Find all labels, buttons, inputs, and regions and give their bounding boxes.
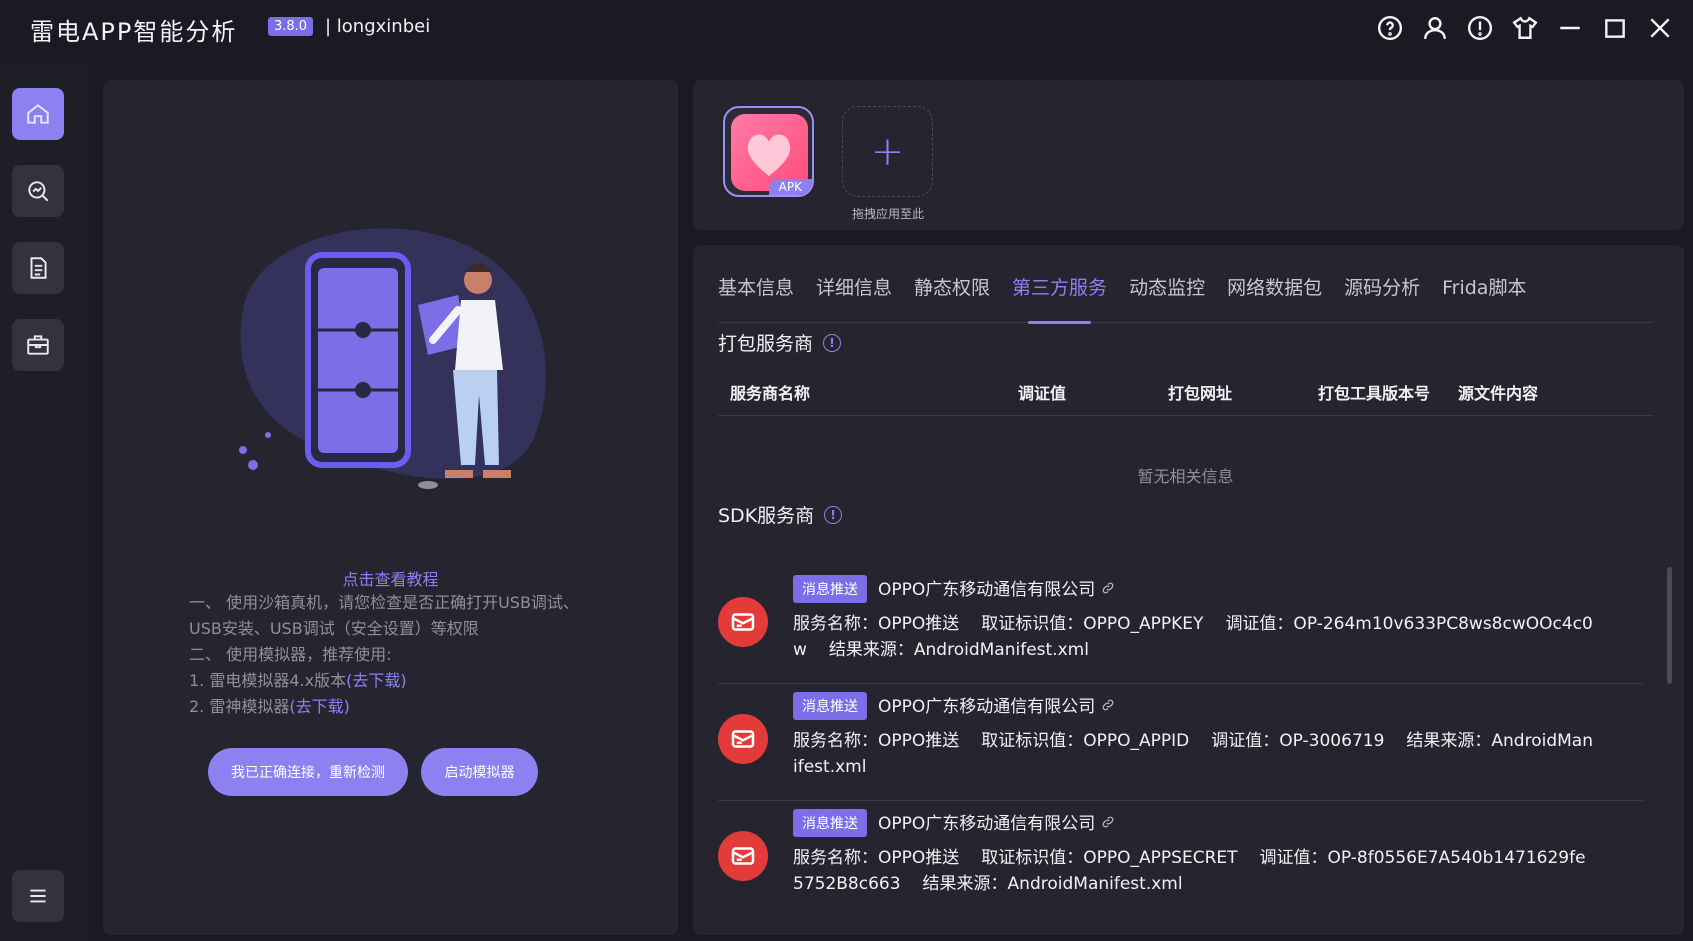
tab-network-packets[interactable]: 网络数据包 — [1227, 271, 1322, 323]
tab-source-analysis[interactable]: 源码分析 — [1344, 271, 1420, 323]
info-icon[interactable] — [1466, 14, 1493, 41]
close-icon[interactable] — [1646, 14, 1673, 41]
home-icon — [27, 104, 49, 124]
sidebar-item-toolbox[interactable] — [12, 319, 64, 371]
link-icon[interactable] — [1101, 815, 1115, 829]
sdk-category-tag: 消息推送 — [793, 809, 867, 837]
sdk-details: 服务名称：OPPO推送 取证标识值：OPPO_APPSECRET 调证值：OP-8f… — [793, 845, 1593, 897]
evidence-value: 调证值：OP-3006719 — [1211, 731, 1385, 751]
empty-state: 暂无相关信息 — [1137, 467, 1234, 486]
drag-label: 拖拽应用至此 — [851, 207, 924, 221]
company-name: OPPO广东移动通信有限公司 — [878, 814, 1096, 834]
section-label: SDK服务商 — [718, 505, 815, 527]
service-name: 服务名称：OPPO推送 — [793, 614, 960, 634]
result-source: 结果来源：AndroidManifest.xml — [922, 874, 1183, 894]
sdk-category-tag: 消息推送 — [793, 692, 867, 720]
identifier: 取证标识值：OPPO_APPID — [981, 731, 1190, 751]
document-icon — [30, 257, 47, 279]
skin-icon[interactable] — [1511, 14, 1538, 41]
sdk-list: 消息推送 OPPO广东移动通信有限公司 服务名称：OPPO推送取证标识值：OPP… — [718, 567, 1643, 918]
company-name: OPPO广东移动通信有限公司 — [878, 580, 1096, 600]
download-link[interactable]: (去下载) — [346, 671, 407, 690]
sdk-details: 服务名称：OPPO推送 取证标识值：OPPO_APPKEY 调证值：OP-264m1… — [793, 611, 1593, 663]
emulator-item: 2. 雷神模拟器(去下载) — [189, 694, 589, 720]
push-service-icon — [718, 714, 768, 764]
sdk-section-title: SDK服务商 ! — [718, 501, 843, 528]
emulator-name: 1. 雷电模拟器4.x版本 — [189, 671, 347, 690]
analysis-icon — [28, 181, 49, 202]
link-icon[interactable] — [1101, 698, 1115, 712]
minimize-icon[interactable] — [1556, 14, 1583, 41]
launch-emulator-button[interactable]: 启动模拟器 — [421, 748, 538, 796]
tab-frida-script[interactable]: Frida脚本 — [1442, 271, 1526, 323]
push-service-icon — [718, 831, 768, 881]
tab-third-party-services[interactable]: 第三方服务 — [1012, 271, 1107, 324]
connection-instructions: 一、 使用沙箱真机，请您检查是否正确打开USB调试、USB安装、USB调试（安全… — [189, 590, 589, 720]
push-service-icon — [718, 597, 768, 647]
column-header: 源文件内容 — [1458, 384, 1539, 403]
device-connection-panel: 点击查看教程 一、 使用沙箱真机，请您检查是否正确打开USB调试、USB安装、U… — [103, 80, 678, 935]
sdk-item: 消息推送 OPPO广东移动通信有限公司 服务名称：OPPO推送 取证标识值：OPP… — [718, 567, 1643, 684]
column-header: 服务商名称 — [730, 384, 811, 403]
sidebar-item-document[interactable] — [12, 242, 64, 294]
tab-detail-info[interactable]: 详细信息 — [816, 271, 892, 323]
info-icon[interactable]: ! — [823, 333, 842, 352]
download-link[interactable]: (去下载) — [289, 697, 350, 716]
sdk-company: OPPO广东移动通信有限公司 — [878, 692, 1115, 717]
identifier: 取证标识值：OPPO_APPKEY — [981, 614, 1204, 634]
toolbox-icon — [27, 335, 49, 355]
column-header: 打包网址 — [1168, 384, 1233, 403]
sidebar — [0, 64, 88, 941]
sidebar-item-home[interactable] — [12, 88, 64, 140]
apk-card[interactable]: APK — [723, 106, 814, 197]
reconnect-button[interactable]: 我已正确连接，重新检测 — [208, 748, 408, 796]
sidebar-item-analysis[interactable] — [12, 165, 64, 217]
column-header: 调证值 — [1018, 384, 1067, 403]
sdk-company: OPPO广东移动通信有限公司 — [878, 809, 1115, 834]
sdk-category-tag: 消息推送 — [793, 575, 867, 603]
tab-dynamic-monitor[interactable]: 动态监控 — [1129, 271, 1205, 323]
column-header: 打包工具版本号 — [1318, 384, 1431, 403]
identifier: 取证标识值：OPPO_APPSECRET — [981, 848, 1238, 868]
sdk-list-scrollbar[interactable] — [1667, 567, 1672, 684]
link-icon[interactable] — [1101, 581, 1115, 595]
user-icon[interactable] — [1421, 14, 1448, 41]
packaging-section-title: 打包服务商 ! — [718, 329, 842, 356]
puzzle-illustration — [239, 228, 547, 489]
packaging-table-header: 服务商名称 调证值 打包网址 打包工具版本号 源文件内容 — [718, 372, 1653, 416]
title-bar: 雷电APP智能分析 3.8.0 | longxinbei — [0, 0, 1693, 60]
plus-icon: + — [870, 128, 905, 175]
service-name: 服务名称：OPPO推送 — [793, 848, 960, 868]
apps-panel: APK + 拖拽应用至此 — [693, 80, 1684, 230]
emulator-name: 2. 雷神模拟器 — [189, 697, 290, 716]
menu-icon — [30, 889, 46, 903]
sdk-item: 消息推送 OPPO广东移动通信有限公司 服务名称：OPPO推送 取证标识值：OPP… — [718, 684, 1643, 801]
instruction-line: 一、 使用沙箱真机，请您检查是否正确打开USB调试、USB安装、USB调试（安全… — [189, 593, 579, 638]
help-icon[interactable] — [1376, 14, 1403, 41]
tab-static-permissions[interactable]: 静态权限 — [914, 271, 990, 323]
add-app-button[interactable]: + — [842, 106, 933, 197]
tab-bar: 基本信息 详细信息 静态权限 第三方服务 动态监控 网络数据包 源码分析 Fri… — [718, 271, 1653, 324]
service-name: 服务名称：OPPO推送 — [793, 731, 960, 751]
sdk-details: 服务名称：OPPO推送 取证标识值：OPPO_APPID 调证值：OP-300671… — [793, 728, 1593, 780]
company-name: OPPO广东移动通信有限公司 — [878, 697, 1096, 717]
app-title: 雷电APP智能分析 — [30, 18, 238, 46]
analysis-panel: 基本信息 详细信息 静态权限 第三方服务 动态监控 网络数据包 源码分析 Fri… — [693, 245, 1684, 935]
tab-basic-info[interactable]: 基本信息 — [718, 271, 794, 323]
user-label: | longxinbei — [325, 16, 431, 37]
maximize-icon[interactable] — [1601, 14, 1628, 41]
window-controls — [1376, 14, 1673, 41]
tutorial-link[interactable]: 点击查看教程 — [103, 566, 678, 590]
emulator-item: 1. 雷电模拟器4.x版本(去下载) — [189, 668, 589, 694]
info-icon[interactable]: ! — [824, 505, 843, 524]
apk-tag: APK — [768, 179, 812, 195]
instruction-line: 二、 使用模拟器，推荐使用: — [189, 645, 392, 664]
sdk-company: OPPO广东移动通信有限公司 — [878, 575, 1115, 600]
result-source: 结果来源：AndroidManifest.xml — [828, 640, 1089, 660]
sdk-item: 消息推送 OPPO广东移动通信有限公司 服务名称：OPPO推送 取证标识值：OPP… — [718, 801, 1643, 918]
version-badge: 3.8.0 — [268, 17, 314, 36]
section-label: 打包服务商 — [718, 333, 814, 355]
sidebar-menu-button[interactable] — [12, 870, 64, 922]
